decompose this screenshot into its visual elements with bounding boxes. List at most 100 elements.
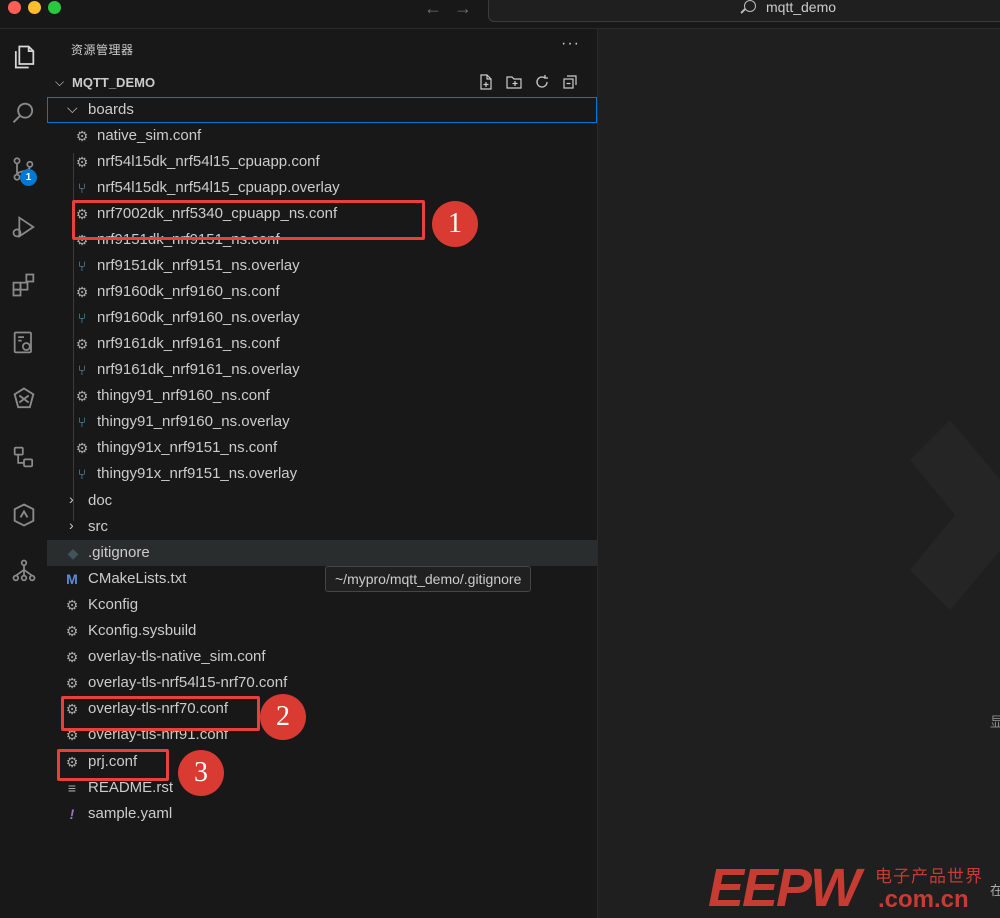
forward-arrow-icon[interactable]: → bbox=[454, 0, 472, 19]
back-arrow-icon[interactable]: ← bbox=[424, 0, 442, 19]
tree-item[interactable]: ! sample.yaml bbox=[47, 801, 597, 827]
annotation-number-3: 3 bbox=[178, 750, 224, 796]
refresh-icon[interactable] bbox=[533, 73, 553, 93]
tree-item-label: nrf54l15dk_nrf54l15_cpuapp.overlay bbox=[97, 179, 340, 196]
tree-item-gitignore[interactable]: ◆ .gitignore bbox=[47, 540, 597, 566]
tree-item[interactable]: ⑂ thingy91x_nrf9151_ns.overlay bbox=[47, 461, 597, 487]
annotation-box-1 bbox=[72, 200, 425, 240]
tree-item[interactable]: ⚙ overlay-tls-native_sim.conf bbox=[47, 644, 597, 670]
tree-item[interactable]: ⚙ overlay-tls-nrf54l15-nrf70.conf bbox=[47, 670, 597, 696]
workspace-name: MQTT_DEMO bbox=[72, 75, 156, 90]
tree-item-label: nrf54l15dk_nrf54l15_cpuapp.conf bbox=[97, 153, 320, 170]
tree-item-label: .gitignore bbox=[88, 544, 150, 561]
tree-item-label: overlay-tls-native_sim.conf bbox=[88, 648, 266, 665]
tree-item[interactable]: ⚙ nrf9160dk_nrf9160_ns.conf bbox=[47, 279, 597, 305]
more-actions-icon[interactable]: ··· bbox=[561, 35, 580, 53]
annotation-box-3 bbox=[57, 749, 169, 781]
devicetree-file-icon: ⑂ bbox=[77, 414, 87, 430]
tree-item-label: Kconfig bbox=[88, 596, 139, 613]
title-bar: ← → mqtt_demo bbox=[0, 0, 1000, 29]
kconfig-icon: ⚙ bbox=[65, 597, 79, 613]
tree-item-label: boards bbox=[88, 101, 134, 118]
chevron-right-icon: › bbox=[69, 517, 74, 533]
command-center-search[interactable]: mqtt_demo bbox=[488, 0, 1000, 22]
minimize-window-button[interactable] bbox=[28, 1, 41, 14]
gear-icon: ⚙ bbox=[75, 284, 89, 300]
close-window-button[interactable] bbox=[8, 1, 21, 14]
tree-item[interactable]: ⑂ nrf9160dk_nrf9160_ns.overlay bbox=[47, 305, 597, 331]
explorer-icon[interactable] bbox=[0, 33, 47, 81]
watermark-domain: .com.cn bbox=[878, 886, 969, 913]
remote-explorer-icon[interactable] bbox=[0, 319, 47, 367]
run-debug-icon[interactable] bbox=[0, 203, 47, 251]
maximize-window-button[interactable] bbox=[48, 1, 61, 14]
source-control-icon[interactable]: 1 bbox=[0, 145, 47, 193]
tree-item-label: thingy91x_nrf9151_ns.overlay bbox=[97, 465, 298, 482]
git-file-icon: ◆ bbox=[67, 545, 79, 561]
tree-item-label: nrf9161dk_nrf9161_ns.conf bbox=[97, 335, 280, 352]
devicetree-visual-icon[interactable] bbox=[0, 491, 47, 539]
tree-item-label: thingy91_nrf9160_ns.overlay bbox=[97, 413, 290, 430]
tree-item-label: sample.yaml bbox=[88, 805, 173, 822]
kconfig-icon: ⚙ bbox=[65, 623, 79, 639]
editor-hint-text: 显 bbox=[990, 714, 1000, 730]
gear-icon: ⚙ bbox=[75, 336, 89, 352]
tree-item[interactable]: ⚙ nrf9161dk_nrf9161_ns.conf bbox=[47, 331, 597, 357]
command-center-text: mqtt_demo bbox=[766, 0, 837, 15]
tree-item[interactable]: ⚙ thingy91x_nrf9151_ns.conf bbox=[47, 435, 597, 461]
device-tree-icon[interactable] bbox=[0, 433, 47, 481]
tree-item[interactable]: ⑂ nrf9151dk_nrf9151_ns.overlay bbox=[47, 253, 597, 279]
eepw-watermark: EEPW 电子产品世界 .com.cn bbox=[700, 858, 1000, 918]
tree-item-label: src bbox=[88, 518, 108, 535]
search-icon bbox=[744, 0, 756, 12]
tree-item[interactable]: ⑂ nrf9161dk_nrf9161_ns.overlay bbox=[47, 357, 597, 383]
gear-icon: ⚙ bbox=[75, 440, 89, 456]
devicetree-file-icon: ⑂ bbox=[77, 362, 87, 378]
tree-folder-doc[interactable]: › doc bbox=[47, 488, 597, 514]
annotation-number-1: 1 bbox=[432, 201, 478, 247]
tree-item[interactable]: ⑂ nrf54l15dk_nrf54l15_cpuapp.overlay bbox=[47, 175, 597, 201]
search-icon[interactable] bbox=[0, 89, 47, 137]
gear-icon: ⚙ bbox=[65, 649, 79, 665]
source-control-badge: 1 bbox=[20, 169, 37, 186]
gear-icon: ⚙ bbox=[75, 388, 89, 404]
extensions-icon[interactable] bbox=[0, 261, 47, 309]
tree-item[interactable]: ⑂ thingy91_nrf9160_ns.overlay bbox=[47, 409, 597, 435]
tree-item[interactable]: ⚙ Kconfig bbox=[47, 592, 597, 618]
explorer-sidebar: 资源管理器 ··· ⌵ MQTT_DEMO ⌵ boards ⚙ native_… bbox=[47, 29, 598, 918]
collapse-all-icon[interactable] bbox=[561, 73, 581, 93]
tree-item-label: nrf9151dk_nrf9151_ns.overlay bbox=[97, 257, 300, 274]
devicetree-file-icon: ⑂ bbox=[77, 310, 87, 326]
annotation-number-2: 2 bbox=[260, 694, 306, 740]
tree-item[interactable]: ⚙ native_sim.conf bbox=[47, 123, 597, 149]
tree-folder-boards[interactable]: ⌵ boards bbox=[47, 97, 597, 123]
tree-item-label: nrf9161dk_nrf9161_ns.overlay bbox=[97, 361, 300, 378]
chevron-down-icon: ⌵ bbox=[67, 100, 78, 116]
nordic-connect-icon[interactable] bbox=[0, 375, 47, 423]
tree-item-label: README.rst bbox=[88, 779, 174, 796]
sidebar-title: 资源管理器 bbox=[71, 43, 134, 57]
gear-icon: ⚙ bbox=[75, 128, 89, 144]
tree-item[interactable]: ⚙ thingy91_nrf9160_ns.conf bbox=[47, 383, 597, 409]
tree-item-label: CMakeLists.txt bbox=[88, 570, 187, 587]
chevron-right-icon: › bbox=[69, 491, 74, 507]
tree-item-label: overlay-tls-nrf54l15-nrf70.conf bbox=[88, 674, 288, 691]
new-folder-icon[interactable] bbox=[505, 73, 525, 93]
devicetree-file-icon: ⑂ bbox=[77, 258, 87, 274]
annotation-box-2 bbox=[61, 696, 260, 731]
devicetree-file-icon: ⑂ bbox=[77, 180, 87, 196]
tree-item-label: nrf9160dk_nrf9160_ns.overlay bbox=[97, 309, 300, 326]
yaml-file-icon: ! bbox=[69, 806, 75, 822]
tree-item[interactable]: ⚙ nrf54l15dk_nrf54l15_cpuapp.conf bbox=[47, 149, 597, 175]
tree-item-label: nrf9160dk_nrf9160_ns.conf bbox=[97, 283, 280, 300]
tree-item[interactable]: ⚙ Kconfig.sysbuild bbox=[47, 618, 597, 644]
tree-folder-src[interactable]: › src bbox=[47, 514, 597, 540]
gear-icon: ⚙ bbox=[75, 154, 89, 170]
workspace-section-header[interactable]: ⌵ MQTT_DEMO bbox=[47, 73, 597, 95]
tree-item-label: doc bbox=[88, 492, 113, 509]
new-file-icon[interactable] bbox=[477, 73, 497, 93]
vscode-logo-watermark-icon bbox=[910, 420, 1000, 610]
chevron-down-icon: ⌵ bbox=[55, 75, 65, 89]
tree-item-label: Kconfig.sysbuild bbox=[88, 622, 197, 639]
dependency-icon[interactable] bbox=[0, 547, 47, 595]
